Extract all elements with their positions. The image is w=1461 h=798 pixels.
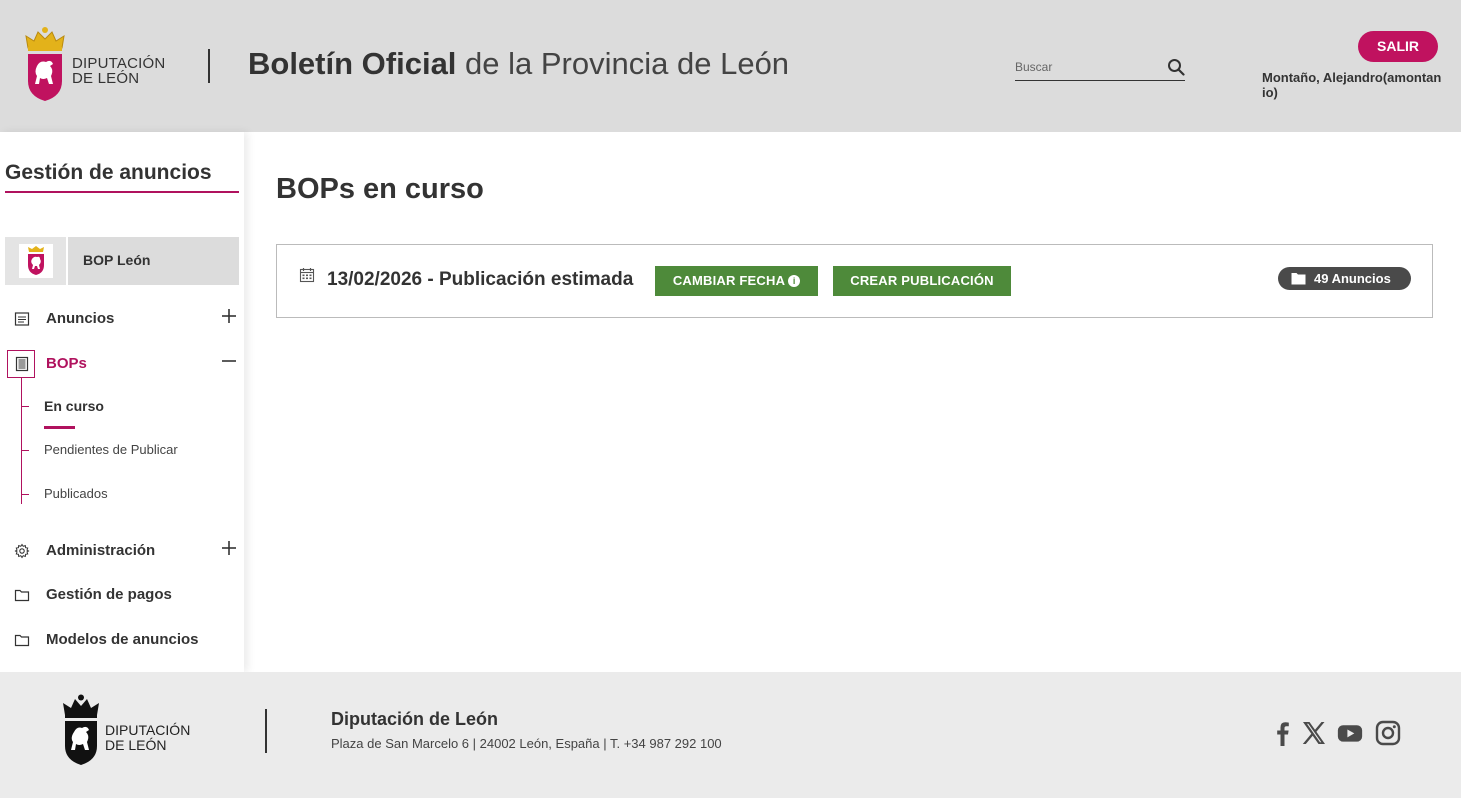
logo-text: DIPUTACIÓN DE LEÓN (72, 55, 166, 87)
diputacion-logo[interactable]: DIPUTACIÓN DE LEÓN (24, 26, 184, 104)
footer-logo[interactable]: DIPUTACIÓN DE LEÓN (62, 694, 212, 768)
minus-icon[interactable] (220, 352, 238, 370)
facebook-icon[interactable] (1270, 720, 1296, 746)
sidebar-title: Gestión de anuncios (5, 161, 239, 193)
current-subitem-underline (44, 426, 75, 429)
crest-icon (63, 694, 99, 765)
header-divider (208, 49, 210, 83)
crest-icon (25, 27, 65, 101)
bop-leon-card[interactable]: BOP León (5, 237, 239, 285)
site-title: Boletín Oficial de la Provincia de León (248, 46, 789, 82)
footer-divider (265, 709, 267, 753)
folder-icon (14, 634, 30, 647)
x-icon[interactable] (1301, 720, 1327, 746)
calendar-icon (299, 268, 315, 283)
crest-icon (19, 244, 53, 278)
folder-icon (14, 589, 30, 602)
announcements-count-badge[interactable]: 49 Anuncios (1278, 267, 1411, 290)
bop-card-label: BOP León (83, 252, 151, 268)
sidebar-item-administracion[interactable]: Administración (0, 535, 244, 565)
plus-icon[interactable] (220, 539, 238, 557)
submenu-tick (21, 494, 29, 495)
sidebar-item-anuncios[interactable]: Anuncios (0, 303, 244, 333)
user-name: Montaño, Alejandro(amontanio) (1262, 70, 1442, 100)
youtube-icon[interactable] (1337, 720, 1363, 746)
document-icon (14, 312, 30, 326)
sidebar-item-label: Modelos de anuncios (46, 631, 199, 648)
footer-address: Plaza de San Marcelo 6 | 24002 León, Esp… (331, 736, 722, 751)
site-title-bold: Boletín Oficial (248, 46, 457, 81)
bop-thumbnail (5, 237, 68, 285)
site-header: DIPUTACIÓN DE LEÓN Boletín Oficial de la… (0, 0, 1461, 132)
folder-icon (1291, 273, 1306, 285)
submenu-tick (21, 406, 29, 407)
sidebar: Gestión de anuncios BOP León Anuncios BO… (0, 132, 244, 672)
subitem-label: En curso (44, 398, 104, 414)
site-title-light: de la Provincia de León (465, 46, 790, 81)
change-date-label: CAMBIAR FECHA (672, 273, 786, 288)
sidebar-item-label: Anuncios (46, 310, 115, 327)
publication-card: 13/02/2026 - Publicación estimada CAMBIA… (276, 244, 1433, 318)
page-title: BOPs en curso (276, 173, 484, 205)
create-publication-button[interactable]: CREAR PUBLICACIÓN (833, 266, 1011, 296)
sidebar-item-bops[interactable]: BOPs (0, 348, 244, 378)
info-icon: i (788, 275, 801, 287)
footer-logo-text: DIPUTACIÓN DE LEÓN (105, 722, 191, 753)
sidebar-item-label: BOPs (46, 355, 87, 372)
logout-button[interactable]: SALIR (1358, 31, 1438, 62)
newspaper-icon (15, 356, 29, 372)
footer-org-name: Diputación de León (331, 709, 499, 729)
publication-date: 13/02/2026 - Publicación estimada (327, 269, 634, 290)
submenu-tick (21, 450, 29, 451)
sidebar-item-gestion-pagos[interactable]: Gestión de pagos (0, 579, 244, 609)
announcements-count: 49 Anuncios (1314, 271, 1391, 286)
search-box (1015, 56, 1185, 81)
search-icon[interactable] (1167, 58, 1185, 76)
gear-icon (14, 543, 30, 559)
submenu-line (21, 378, 22, 504)
plus-icon[interactable] (220, 307, 238, 325)
sidebar-item-label: Administración (46, 542, 156, 559)
search-input[interactable] (1015, 56, 1155, 78)
subitem-label: Pendientes de Publicar (44, 442, 178, 457)
sidebar-item-modelos-anuncios[interactable]: Modelos de anuncios (0, 624, 244, 654)
subitem-label: Publicados (44, 486, 108, 501)
change-date-button[interactable]: CAMBIAR FECHA i (655, 266, 818, 296)
instagram-icon[interactable] (1375, 720, 1401, 746)
site-footer: DIPUTACIÓN DE LEÓN Diputación de León Pl… (0, 672, 1461, 798)
sidebar-item-label: Gestión de pagos (46, 586, 172, 603)
